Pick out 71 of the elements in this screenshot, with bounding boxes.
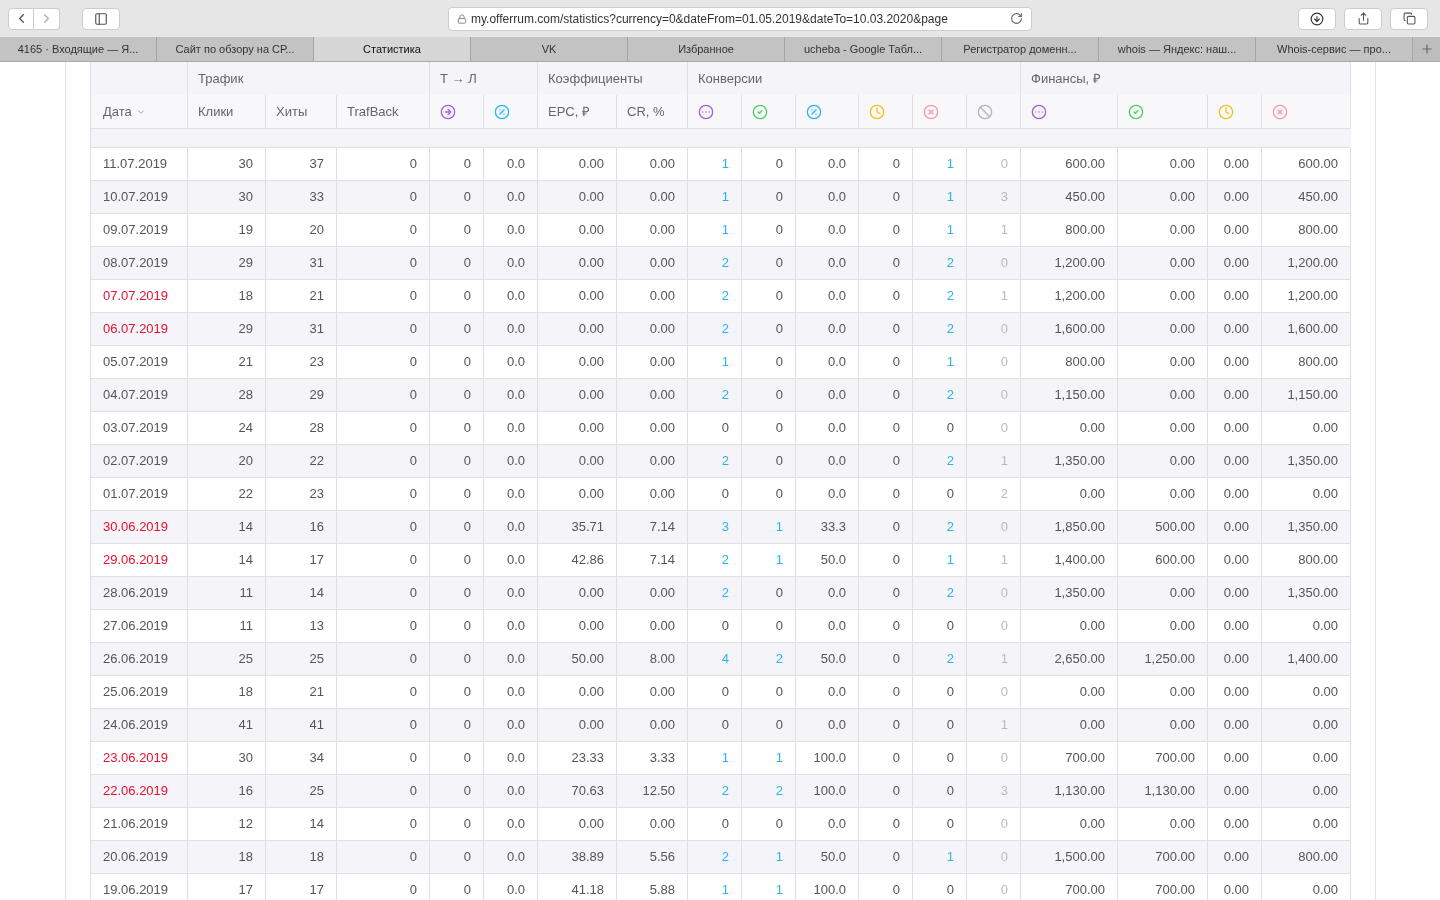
column-group-header: Т → Л xyxy=(430,62,538,95)
back-button[interactable] xyxy=(8,7,34,30)
ellipsis-icon xyxy=(698,103,714,120)
table-cell: 17 xyxy=(266,874,337,900)
table-cell: 700.00 xyxy=(1118,874,1208,900)
table-cell: 0.00 xyxy=(1262,874,1351,900)
column-header[interactable] xyxy=(484,95,538,128)
sidebar-icon xyxy=(94,11,108,26)
browser-tab[interactable]: whois — Яндекс: наш... xyxy=(1099,37,1256,61)
column-group-header: Трафик xyxy=(188,62,430,95)
arrow-right-icon xyxy=(440,103,456,120)
share-icon xyxy=(1356,12,1370,25)
lock-icon xyxy=(457,13,467,24)
table-cell: 17 xyxy=(188,874,266,900)
table-cell: 0 xyxy=(967,874,1021,900)
plus-icon xyxy=(1419,42,1434,56)
share-button[interactable] xyxy=(1344,7,1382,30)
column-header[interactable] xyxy=(967,95,1021,128)
forward-button[interactable] xyxy=(34,7,60,30)
browser-tab[interactable]: VK xyxy=(471,37,628,61)
date-cell: 19.06.2019 xyxy=(91,874,188,900)
column-header[interactable] xyxy=(1021,95,1118,128)
table-cell: 5.88 xyxy=(617,874,688,900)
table-cell: 100.0 xyxy=(796,874,859,900)
column-group-header: Конверсии xyxy=(688,62,1021,95)
table-cell: 0.00 xyxy=(1208,874,1262,900)
column-group-header: Финансы, ₽ xyxy=(1021,62,1351,95)
percent-icon xyxy=(494,103,510,120)
column-header[interactable] xyxy=(1208,95,1262,128)
column-header[interactable] xyxy=(430,95,484,128)
downloads-button[interactable] xyxy=(1298,7,1336,30)
clock-icon xyxy=(869,103,885,120)
ellipsis-icon xyxy=(1031,103,1047,120)
table-cell: 1 xyxy=(688,874,742,900)
check-icon xyxy=(1128,103,1144,120)
download-icon xyxy=(1310,11,1324,26)
column-header[interactable] xyxy=(796,95,859,128)
table-cell: 0 xyxy=(430,874,484,900)
clock-icon xyxy=(1218,103,1234,120)
table-cell: 700.00 xyxy=(1021,874,1118,900)
percent-icon xyxy=(806,103,822,120)
browser-tab[interactable]: Регистратор доменн... xyxy=(942,37,1099,61)
table-cell: 0 xyxy=(913,874,967,900)
table-cell: 0 xyxy=(859,874,913,900)
browser-tab[interactable]: Статистика xyxy=(314,37,471,61)
table-cell: 0 xyxy=(337,874,430,900)
close-icon xyxy=(923,103,939,120)
table-cell: 41.18 xyxy=(538,874,617,900)
column-header[interactable] xyxy=(1262,95,1351,128)
close-icon xyxy=(1272,103,1288,120)
column-header[interactable] xyxy=(859,95,913,128)
browser-tab[interactable]: Избранное xyxy=(628,37,785,61)
tabs-icon xyxy=(1402,12,1416,25)
address-bar[interactable]: my.offerrum.com/statistics?currency=0&dateFrom=01.05.2019&dateTo=10.03.2020&page xyxy=(448,6,1032,31)
column-header[interactable] xyxy=(913,95,967,128)
table-cell: 1 xyxy=(742,874,796,900)
tabs-overview-button[interactable] xyxy=(1390,7,1428,30)
browser-tab[interactable]: ucheba - Google Табл... xyxy=(785,37,942,61)
browser-tab[interactable]: Whois-сервис — про... xyxy=(1256,37,1413,61)
browser-tab[interactable]: Сайт по обзору на СР... xyxy=(157,37,314,61)
column-header[interactable] xyxy=(742,95,796,128)
table-cell: 0.0 xyxy=(484,874,538,900)
sidebar-button[interactable] xyxy=(82,7,120,30)
browser-tab[interactable]: 4165 · Входящие — Я... xyxy=(0,37,157,61)
url-text: my.offerrum.com/statistics?currency=0&dateFrom=01.05.2019&dateTo=10.03.2020&page xyxy=(471,10,948,28)
check-icon xyxy=(752,103,768,120)
column-header[interactable] xyxy=(688,95,742,128)
column-header[interactable] xyxy=(1118,95,1208,128)
reload-icon[interactable] xyxy=(1010,12,1023,25)
ban-icon xyxy=(977,103,993,120)
column-group-header: Коэффициенты xyxy=(538,62,688,95)
